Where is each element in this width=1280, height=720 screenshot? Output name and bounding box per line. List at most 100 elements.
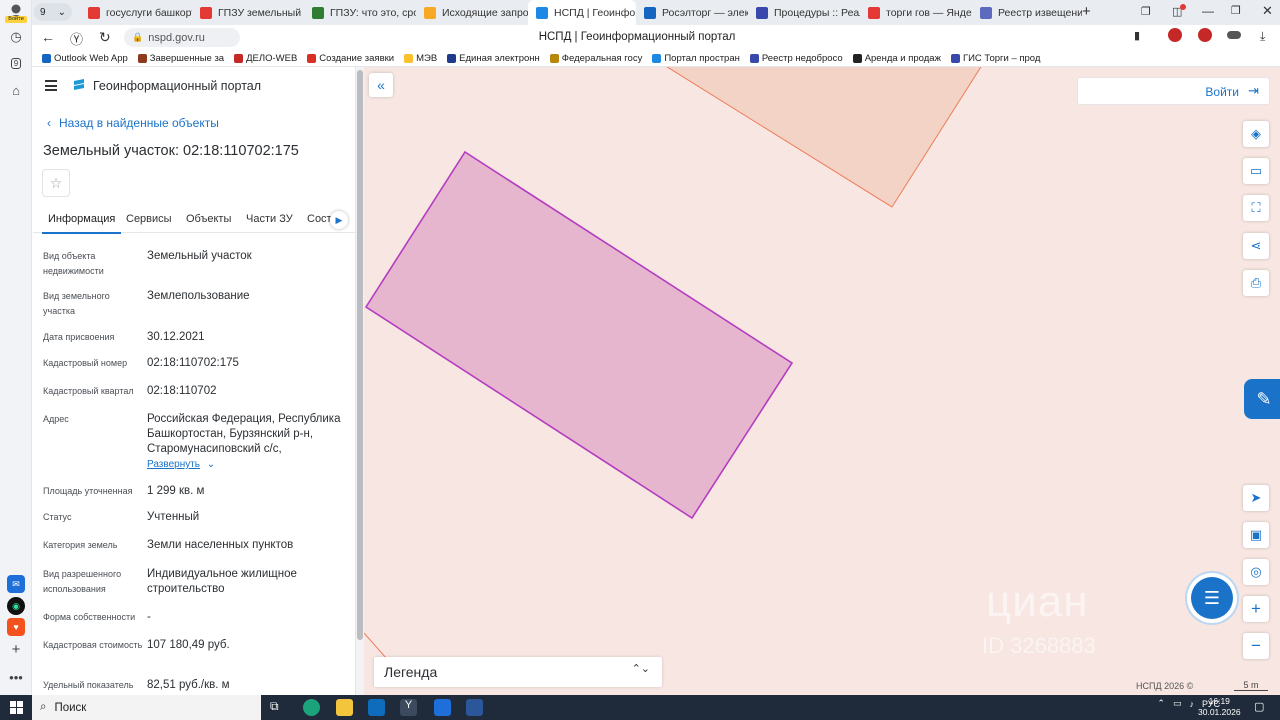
field-value: 30.12.2021 bbox=[147, 331, 205, 343]
browser-tab[interactable]: торги гов — Яндекс bbox=[860, 0, 972, 25]
zoom-in-button[interactable]: + bbox=[1243, 596, 1269, 622]
browser-tab[interactable]: Исходящие запросы bbox=[416, 0, 528, 25]
scrollbar-thumb[interactable] bbox=[357, 70, 363, 640]
selected-parcel[interactable] bbox=[364, 150, 794, 520]
object-info-panel: Геоинформационный портал ‹ Назад в найден… bbox=[33, 67, 355, 695]
geolocation-icon[interactable]: ➤ bbox=[1243, 485, 1269, 511]
bookmark-item[interactable]: МЭВ bbox=[404, 53, 437, 64]
back-to-results-link[interactable]: ‹ Назад в найденные объекты bbox=[47, 116, 219, 130]
chevron-left-icon: ‹ bbox=[47, 116, 51, 130]
map-canvas[interactable] bbox=[364, 67, 1280, 695]
portal-brand[interactable]: Геоинформационный портал bbox=[93, 79, 261, 93]
field-label: Кадастровый номер bbox=[43, 358, 128, 368]
hamburger-menu-icon[interactable] bbox=[45, 80, 57, 94]
close-window-icon[interactable]: ✕ bbox=[1262, 3, 1273, 19]
print-icon[interactable]: ⎙ bbox=[1243, 270, 1269, 296]
lync-icon[interactable] bbox=[434, 699, 451, 716]
browser-tab[interactable]: Реестр извещений bbox=[972, 0, 1082, 25]
ruler-icon[interactable]: ▭ bbox=[1243, 158, 1269, 184]
clock-time: 16:19 bbox=[1208, 696, 1230, 706]
extension-icon[interactable] bbox=[1168, 28, 1182, 42]
info-tabs: Информация Сервисы Объекты Части ЗУ Сост… bbox=[33, 207, 355, 234]
tab-manager-icon[interactable]: ❐ bbox=[1141, 5, 1151, 18]
tab-counter-icon[interactable]: 9 bbox=[7, 54, 25, 72]
profile-avatar[interactable]: Войти bbox=[5, 3, 27, 23]
layers-icon[interactable]: ◈ bbox=[1243, 121, 1269, 147]
legend-panel[interactable]: Легенда ⌃⌄ bbox=[374, 657, 662, 687]
new-tab-button[interactable]: + bbox=[1082, 3, 1091, 20]
sidebar-app-icon[interactable]: ✉ bbox=[7, 575, 25, 593]
favorite-star-icon[interactable]: ☆ bbox=[42, 169, 70, 197]
volume-icon[interactable]: ♪ bbox=[1189, 699, 1194, 709]
field-label: Площадь уточненная bbox=[43, 486, 133, 496]
minimap-icon[interactable]: ▣ bbox=[1243, 522, 1269, 548]
sidebar-app-icon[interactable]: ♥ bbox=[7, 618, 25, 636]
tab-group-pill[interactable]: 9 ⌄ bbox=[34, 3, 72, 21]
windows-start-icon[interactable] bbox=[10, 701, 23, 714]
bookmark-item[interactable]: Outlook Web App bbox=[42, 53, 128, 64]
browser-tab[interactable]: ГПЗУ земельный ко bbox=[192, 0, 304, 25]
select-area-icon[interactable]: ⛶ bbox=[1243, 195, 1269, 221]
browser-tab[interactable]: Росэлторг — электр bbox=[636, 0, 748, 25]
outlook-icon[interactable] bbox=[368, 699, 385, 716]
notification-center-icon[interactable]: ▢ bbox=[1254, 700, 1264, 713]
bookmark-item[interactable]: Единая электронн bbox=[447, 53, 540, 64]
extension-icon[interactable] bbox=[1227, 31, 1241, 39]
taskbar-search[interactable]: ⌕ Поиск bbox=[32, 695, 261, 720]
bookmark-item[interactable]: Реестр недобросо bbox=[749, 53, 843, 64]
task-view-icon[interactable]: ⧉ bbox=[270, 699, 287, 716]
browser-tab[interactable]: госуслуги башкорто bbox=[80, 0, 192, 25]
expand-address-link[interactable]: Развернуть ⌄ bbox=[147, 457, 347, 472]
bookmark-item[interactable]: Федеральная госу bbox=[549, 53, 642, 64]
sidebar-app-icon[interactable]: ◉ bbox=[7, 597, 25, 615]
bookmark-item[interactable]: Создание заявки bbox=[307, 53, 394, 64]
location-search-icon[interactable]: ◎ bbox=[1243, 559, 1269, 585]
more-icon[interactable]: ••• bbox=[7, 668, 25, 686]
network-icon[interactable]: ▭ bbox=[1173, 698, 1182, 709]
login-button[interactable]: Войти ⇥ bbox=[1077, 77, 1270, 105]
add-panel-icon[interactable]: + bbox=[7, 640, 25, 658]
file-explorer-icon[interactable] bbox=[336, 699, 353, 716]
minimize-icon[interactable]: — bbox=[1202, 4, 1214, 18]
feedback-chat-icon[interactable]: ✎ bbox=[1244, 379, 1280, 419]
extension-icon[interactable] bbox=[1198, 28, 1212, 42]
support-chat-icon[interactable]: ☰ bbox=[1191, 577, 1233, 619]
tab-parts[interactable]: Части ЗУ bbox=[246, 213, 293, 225]
collapse-panel-button[interactable]: « bbox=[369, 73, 393, 97]
tab-label: торги гов — Яндекс bbox=[886, 6, 972, 19]
tab-label: ГПЗУ: что это, срок з bbox=[330, 6, 416, 19]
word-icon[interactable] bbox=[466, 699, 483, 716]
tab-services[interactable]: Сервисы bbox=[126, 213, 172, 225]
map-view[interactable]: циан ID 3268883 « Войти ⇥ ◈ ▭ ⛶ ⋖ ⎙ ✎ ➤ ▣… bbox=[364, 67, 1280, 695]
neighbor-parcel[interactable] bbox=[664, 67, 984, 208]
share-icon[interactable]: ⋖ bbox=[1243, 233, 1269, 259]
zoom-out-button[interactable]: − bbox=[1243, 633, 1269, 659]
page-title: НСПД | Геоинформационный портал bbox=[538, 31, 736, 43]
tabs-scroll-right-icon[interactable]: ▶ bbox=[330, 211, 348, 229]
tab-label: Росэлторг — электр bbox=[662, 6, 748, 19]
bookmark-item[interactable]: Портал простран bbox=[652, 53, 740, 64]
field-value: Индивидуальное жилищное строительство bbox=[147, 568, 297, 595]
bookmark-item[interactable]: Завершенные за bbox=[137, 52, 225, 64]
bookmark-favicon-icon bbox=[447, 53, 457, 63]
browser-tab[interactable]: ГПЗУ: что это, срок з bbox=[304, 0, 416, 25]
field-value: Российская Федерация, Республика Башкорт… bbox=[147, 413, 341, 455]
tray-chevron-icon[interactable]: ⌃ bbox=[1157, 698, 1165, 709]
history-icon[interactable]: ◷ bbox=[7, 28, 25, 46]
taskbar-clock[interactable]: 16:19 30.01.2026 bbox=[1198, 696, 1241, 718]
bookmark-label: Завершенные за bbox=[149, 52, 225, 64]
browser-tab[interactable]: Процедуры :: Реали bbox=[748, 0, 860, 25]
browser-tab[interactable]: НСПД | Геоинфор✕ bbox=[528, 0, 636, 25]
download-icon[interactable]: ⤓ bbox=[1260, 29, 1265, 44]
yandex-browser-icon[interactable]: Y bbox=[400, 699, 417, 716]
bookmark-icon[interactable]: ▮ bbox=[1134, 29, 1140, 42]
tab-objects[interactable]: Объекты bbox=[186, 213, 231, 225]
tab-information[interactable]: Информация bbox=[41, 213, 122, 234]
panel-scrollbar[interactable] bbox=[355, 67, 364, 695]
bookmark-item[interactable]: Аренда и продаж bbox=[852, 53, 941, 64]
bookmark-item[interactable]: ГИС Торги – прод bbox=[950, 53, 1040, 64]
bookmark-item[interactable]: ДЕЛО-WEB bbox=[234, 53, 297, 64]
edge-icon[interactable] bbox=[303, 699, 320, 716]
screenshot-icon[interactable]: ⌂ bbox=[7, 81, 25, 99]
restore-icon[interactable]: ❐ bbox=[1231, 4, 1241, 17]
